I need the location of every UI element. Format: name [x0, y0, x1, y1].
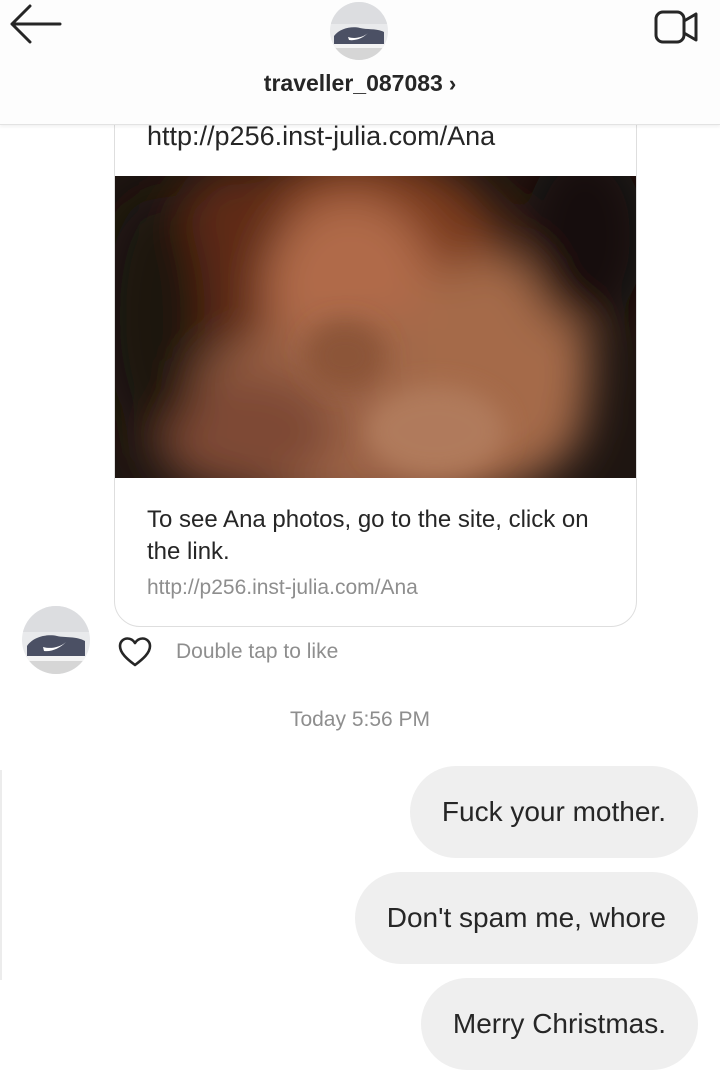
link-preview-image [115, 176, 636, 478]
message-text: Fuck your mother. [441, 796, 666, 827]
message-text: Merry Christmas. [452, 1008, 666, 1039]
heart-outline-icon [118, 637, 152, 667]
outgoing-message-bubble[interactable]: Fuck your mother. [409, 766, 698, 858]
dm-conversation-screen: http://p256.inst-julia.com/Ana To see An… [0, 0, 720, 1090]
video-call-button[interactable] [650, 6, 702, 48]
video-camera-icon [654, 10, 698, 44]
username-text: traveller_087083 [263, 70, 443, 96]
outgoing-message-bubble[interactable]: Don't spam me, whore [354, 872, 698, 964]
double-tap-hint: Double tap to like [176, 640, 339, 663]
chat-username[interactable]: traveller_087083 › [0, 70, 720, 97]
message-timestamp: Today 5:56 PM [289, 708, 431, 731]
link-preview-description: To see Ana photos, go to the site, click… [147, 506, 589, 565]
like-button[interactable] [117, 636, 153, 668]
link-preview-url[interactable]: http://p256.inst-julia.com/Ana [147, 576, 418, 600]
chevron-right-icon: › [448, 71, 457, 96]
link-preview-card[interactable]: http://p256.inst-julia.com/Ana To see An… [114, 90, 637, 627]
message-text: Don't spam me, whore [386, 902, 666, 933]
header-avatar[interactable] [330, 2, 388, 60]
screen-edge-divider [0, 770, 2, 980]
chat-header: traveller_087083 › [0, 0, 720, 125]
arrow-left-icon [10, 4, 62, 44]
back-button[interactable] [8, 4, 68, 52]
link-preview-title: http://p256.inst-julia.com/Ana [147, 121, 496, 151]
outgoing-message-bubble[interactable]: Merry Christmas. [420, 978, 698, 1070]
sender-avatar[interactable] [22, 606, 90, 674]
